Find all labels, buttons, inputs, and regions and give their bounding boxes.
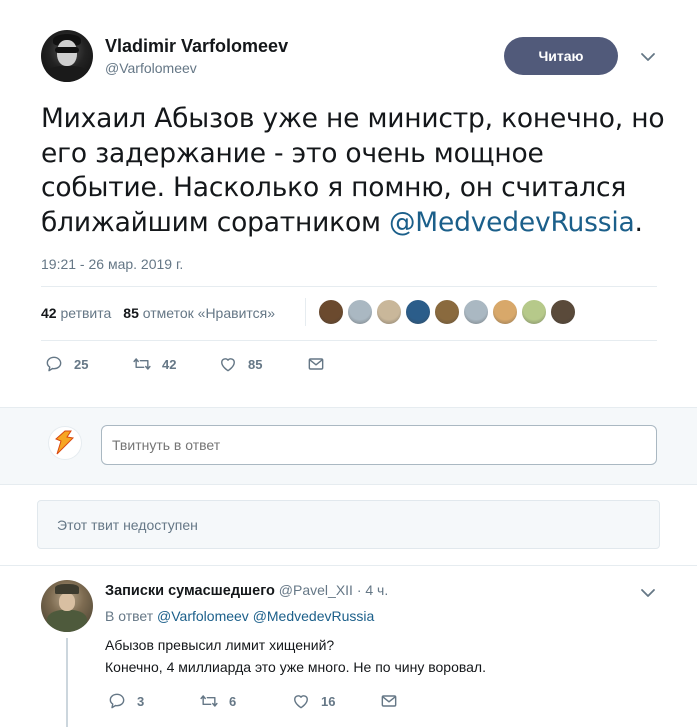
retweet-count: 6 — [229, 693, 237, 709]
author-avatar[interactable] — [41, 30, 93, 82]
liker-avatar[interactable] — [550, 299, 576, 325]
chevron-down-icon[interactable] — [639, 48, 657, 66]
retweets-count: 42 — [41, 305, 57, 321]
reply-author-avatar[interactable] — [41, 580, 93, 632]
retweet-button[interactable]: 42 — [132, 354, 218, 374]
reply-text: Абызов превысил лимит хищений? Конечно, … — [105, 634, 486, 678]
stats-divider — [305, 298, 306, 326]
reply-count: 25 — [74, 356, 89, 372]
direct-message-button[interactable] — [306, 354, 326, 374]
tweet-actions: 25 42 85 — [44, 354, 326, 374]
reply-header: Записки сумасшедшего @Pavel_XII · 4 ч. — [105, 582, 388, 599]
liker-avatar[interactable] — [376, 299, 402, 325]
reply-to-prefix: В ответ — [105, 608, 158, 624]
likes-stat[interactable]: 85 отметок «Нравится» — [123, 305, 275, 321]
retweet-icon — [133, 358, 151, 370]
divider — [41, 286, 657, 287]
retweet-icon — [200, 695, 218, 707]
tweet-timestamp[interactable]: 19:21 - 26 мар. 2019 г. — [41, 256, 183, 272]
reply-tweet[interactable]: Записки сумасшедшего @Pavel_XII · 4 ч. В… — [0, 566, 697, 727]
reply-to-mention[interactable]: @Varfolomeev — [157, 608, 249, 624]
tweet-text-end: . — [634, 206, 643, 238]
reply-icon — [109, 693, 125, 709]
tweet-text: Михаил Абызов уже не министр, конечно, н… — [41, 102, 671, 240]
reply-input[interactable] — [101, 425, 657, 465]
likers-list — [318, 299, 576, 325]
liker-avatar[interactable] — [405, 299, 431, 325]
reply-time[interactable]: · 4 ч. — [353, 582, 388, 598]
envelope-icon — [381, 695, 397, 707]
reply-button[interactable]: 3 — [107, 691, 199, 711]
reply-icon — [46, 356, 62, 372]
liker-avatar[interactable] — [434, 299, 460, 325]
like-count: 16 — [321, 693, 336, 709]
chevron-down-icon[interactable] — [639, 584, 657, 602]
divider — [41, 340, 657, 341]
unavailable-tweet-notice: Этот твит недоступен — [37, 500, 660, 549]
retweets-label: ретвита — [60, 305, 112, 321]
direct-message-button[interactable] — [379, 691, 399, 711]
likes-label: отметок «Нравится» — [142, 305, 276, 321]
retweets-stat[interactable]: 42 ретвита — [41, 305, 111, 321]
like-button[interactable]: 16 — [291, 691, 379, 711]
mention-link[interactable]: @MedvedevRussia — [389, 207, 635, 238]
envelope-icon — [308, 358, 324, 370]
reply-composer — [0, 407, 697, 485]
liker-avatar[interactable] — [347, 299, 373, 325]
lightning-avatar-icon — [55, 430, 75, 455]
reply-author-handle[interactable]: @Pavel_XII — [279, 582, 353, 598]
reply-button[interactable]: 25 — [44, 354, 132, 374]
my-avatar[interactable] — [48, 426, 82, 460]
likes-count: 85 — [123, 305, 139, 321]
reply-author-name[interactable]: Записки сумасшедшего — [105, 583, 275, 599]
liker-avatar[interactable] — [521, 299, 547, 325]
heart-icon — [294, 695, 308, 709]
reply-text-line: Абызов превысил лимит хищений? — [105, 637, 335, 653]
liker-avatar[interactable] — [492, 299, 518, 325]
liker-avatar[interactable] — [318, 299, 344, 325]
thread-line — [66, 638, 68, 727]
retweet-button[interactable]: 6 — [199, 691, 291, 711]
liker-avatar[interactable] — [463, 299, 489, 325]
heart-icon — [221, 358, 235, 372]
retweet-count: 42 — [162, 356, 177, 372]
reply-actions: 3 6 16 — [107, 691, 399, 711]
reply-text-line: Конечно, 4 миллиарда это уже много. Не п… — [105, 659, 486, 675]
reply-to-line: В ответ @Varfolomeev @MedvedevRussia — [105, 608, 374, 624]
reply-count: 3 — [137, 693, 145, 709]
author-handle[interactable]: @Varfolomeev — [105, 60, 197, 76]
author-name[interactable]: Vladimir Varfolomeev — [105, 36, 288, 57]
main-tweet: Vladimir Varfolomeev @Varfolomeev Читаю … — [0, 0, 697, 407]
like-count: 85 — [248, 356, 263, 372]
like-button[interactable]: 85 — [218, 354, 306, 374]
tweet-stats: 42 ретвита 85 отметок «Нравится» — [41, 305, 275, 321]
reply-to-mention[interactable]: @MedvedevRussia — [253, 608, 375, 624]
following-button[interactable]: Читаю — [504, 37, 618, 75]
